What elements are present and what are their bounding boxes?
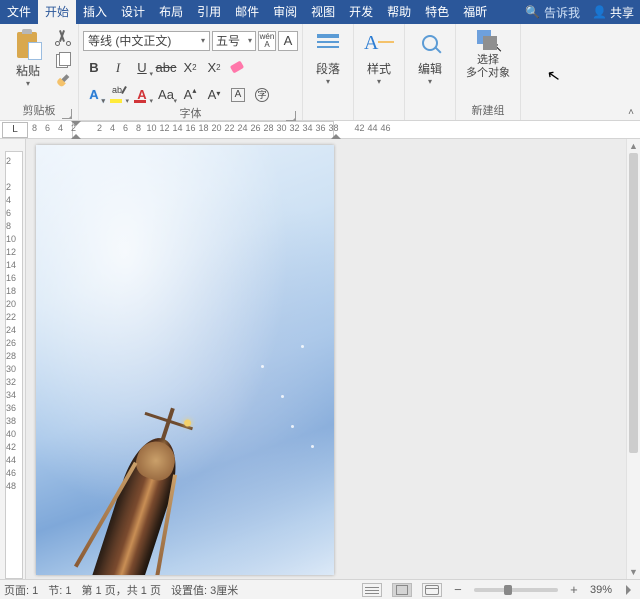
share-button[interactable]: 👤 共享 <box>586 4 640 21</box>
web-layout-button[interactable] <box>422 583 442 597</box>
editing-dropdown[interactable]: ▾ <box>428 77 432 86</box>
text-effects-button[interactable]: A▾ <box>83 84 105 106</box>
underline-button[interactable]: U▾ <box>131 57 153 79</box>
read-mode-button[interactable] <box>362 583 382 597</box>
tab-special[interactable]: 特色 <box>418 0 456 24</box>
char-border-button[interactable]: A <box>227 84 249 106</box>
zoom-value[interactable]: 39% <box>590 584 612 596</box>
status-pages[interactable]: 第 1 页，共 1 页 <box>82 582 161 598</box>
status-section[interactable]: 节: 1 <box>48 582 71 598</box>
zoom-slider[interactable] <box>474 588 558 592</box>
group-newgroup: ↖ 选择 多个对象 新建组 <box>456 24 521 120</box>
menu-tabs: 文件 开始 插入 设计 布局 引用 邮件 审阅 视图 开发 帮助 特色 福昕 🔍… <box>0 0 640 24</box>
vertical-ruler[interactable]: 2246810121416182022242628303234363840424… <box>0 139 26 579</box>
paste-button[interactable]: 粘贴 <box>16 62 40 79</box>
tab-references[interactable]: 引用 <box>190 0 228 24</box>
document-area: 2246810121416182022242628303234363840424… <box>0 139 626 579</box>
phonetic-guide-button[interactable]: wénA <box>258 31 276 51</box>
cursor-icon: ↖ <box>492 40 503 56</box>
scroll-down[interactable]: ▼ <box>627 565 640 579</box>
ribbon: 粘贴 ▾ 剪贴板 等线 (中文正文)▾ 五号▾ wénA A B I U▾ <box>0 24 640 121</box>
paragraph-button[interactable]: 段落 <box>316 60 340 77</box>
tab-developer[interactable]: 开发 <box>342 0 380 24</box>
select-multiple-icon[interactable]: ↖ <box>475 28 501 54</box>
hanging-indent[interactable] <box>71 129 81 139</box>
strikethrough-button[interactable]: abc <box>155 57 177 79</box>
shrink-font-button[interactable]: A <box>203 84 225 106</box>
highlight-button[interactable]: ▾ <box>107 84 129 106</box>
find-icon[interactable] <box>415 28 445 58</box>
zoom-out-button[interactable]: − <box>452 582 464 597</box>
paragraph-group-label <box>307 104 349 120</box>
bold-button[interactable]: B <box>83 57 105 79</box>
status-setting[interactable]: 设置值: 3厘米 <box>171 582 238 598</box>
eraser-button[interactable] <box>227 57 249 79</box>
tab-home[interactable]: 开始 <box>38 0 76 24</box>
newgroup-label: 新建组 <box>460 104 516 120</box>
right-indent[interactable] <box>331 129 341 139</box>
format-painter-button[interactable] <box>51 70 75 94</box>
paragraph-icon[interactable] <box>313 28 343 58</box>
grow-font-button[interactable]: A <box>179 84 201 106</box>
paragraph-dropdown[interactable]: ▾ <box>326 77 330 86</box>
search-icon: 🔍 <box>525 5 540 19</box>
font-name-select[interactable]: 等线 (中文正文)▾ <box>83 31 210 51</box>
enclosed-char-button[interactable]: 字 <box>251 84 273 106</box>
italic-button[interactable]: I <box>107 57 129 79</box>
group-font: 等线 (中文正文)▾ 五号▾ wénA A B I U▾ abc X2 X2 A… <box>79 24 303 120</box>
status-page[interactable]: 页面: 1 <box>4 582 38 598</box>
copy-button[interactable] <box>54 52 72 68</box>
group-styles: A 样式 ▾ <box>354 24 405 120</box>
clipboard-launcher[interactable] <box>62 109 72 119</box>
page[interactable] <box>36 145 334 575</box>
scroll-thumb[interactable] <box>629 153 638 453</box>
select-multiple-line2[interactable]: 多个对象 <box>466 67 510 80</box>
tab-file[interactable]: 文件 <box>0 0 38 24</box>
tab-help[interactable]: 帮助 <box>380 0 418 24</box>
group-clipboard: 粘贴 ▾ 剪贴板 <box>0 24 79 120</box>
editing-button[interactable]: 编辑 <box>418 60 442 77</box>
styles-button[interactable]: 样式 <box>367 60 391 77</box>
clear-formatting-button[interactable]: A <box>278 31 298 51</box>
print-layout-button[interactable] <box>392 583 412 597</box>
group-editing: 编辑 ▾ <box>405 24 456 120</box>
zoom-dialog-button[interactable] <box>626 585 636 595</box>
tab-design[interactable]: 设计 <box>114 0 152 24</box>
superscript-button[interactable]: X2 <box>203 57 225 79</box>
tab-review[interactable]: 审阅 <box>266 0 304 24</box>
tell-me-search[interactable]: 🔍 告诉我 <box>519 4 586 21</box>
document-canvas[interactable] <box>26 139 626 579</box>
tab-foxit[interactable]: 福昕 <box>456 0 494 24</box>
clipboard-group-label: 剪贴板 <box>4 104 74 120</box>
zoom-in-button[interactable]: + <box>568 582 580 597</box>
subscript-button[interactable]: X2 <box>179 57 201 79</box>
font-color-button[interactable]: ▾ <box>131 84 153 106</box>
change-case-button[interactable]: Aa▾ <box>155 84 177 106</box>
vertical-scrollbar[interactable]: ▲ ▼ <box>626 139 640 579</box>
tab-insert[interactable]: 插入 <box>76 0 114 24</box>
tab-selector[interactable]: L <box>2 122 28 138</box>
editing-group-label <box>409 104 451 120</box>
scroll-up[interactable]: ▲ <box>627 139 640 153</box>
paste-dropdown[interactable]: ▾ <box>26 79 30 88</box>
status-bar: 页面: 1 节: 1 第 1 页，共 1 页 设置值: 3厘米 − + 39% <box>0 579 640 599</box>
tell-me-placeholder: 告诉我 <box>544 4 580 21</box>
mouse-cursor: ↖ <box>545 65 562 87</box>
group-paragraph: 段落 ▾ <box>303 24 354 120</box>
ruler-row: L 86422468101214161820222426283032343638… <box>0 121 640 139</box>
styles-icon[interactable]: A <box>364 28 394 58</box>
styles-dropdown[interactable]: ▾ <box>377 77 381 86</box>
user-icon: 👤 <box>592 5 607 19</box>
paste-icon[interactable] <box>14 28 42 60</box>
collapse-ribbon-button[interactable]: ˄ <box>628 107 634 118</box>
tab-layout[interactable]: 布局 <box>152 0 190 24</box>
cut-button[interactable] <box>54 30 72 46</box>
font-size-select[interactable]: 五号▾ <box>212 31 256 51</box>
font-launcher[interactable] <box>286 111 296 121</box>
styles-group-label <box>358 104 400 120</box>
tab-mailings[interactable]: 邮件 <box>228 0 266 24</box>
share-label: 共享 <box>610 4 634 21</box>
tab-view[interactable]: 视图 <box>304 0 342 24</box>
horizontal-ruler[interactable]: 8642246810121416182022242628303234363842… <box>28 121 640 139</box>
